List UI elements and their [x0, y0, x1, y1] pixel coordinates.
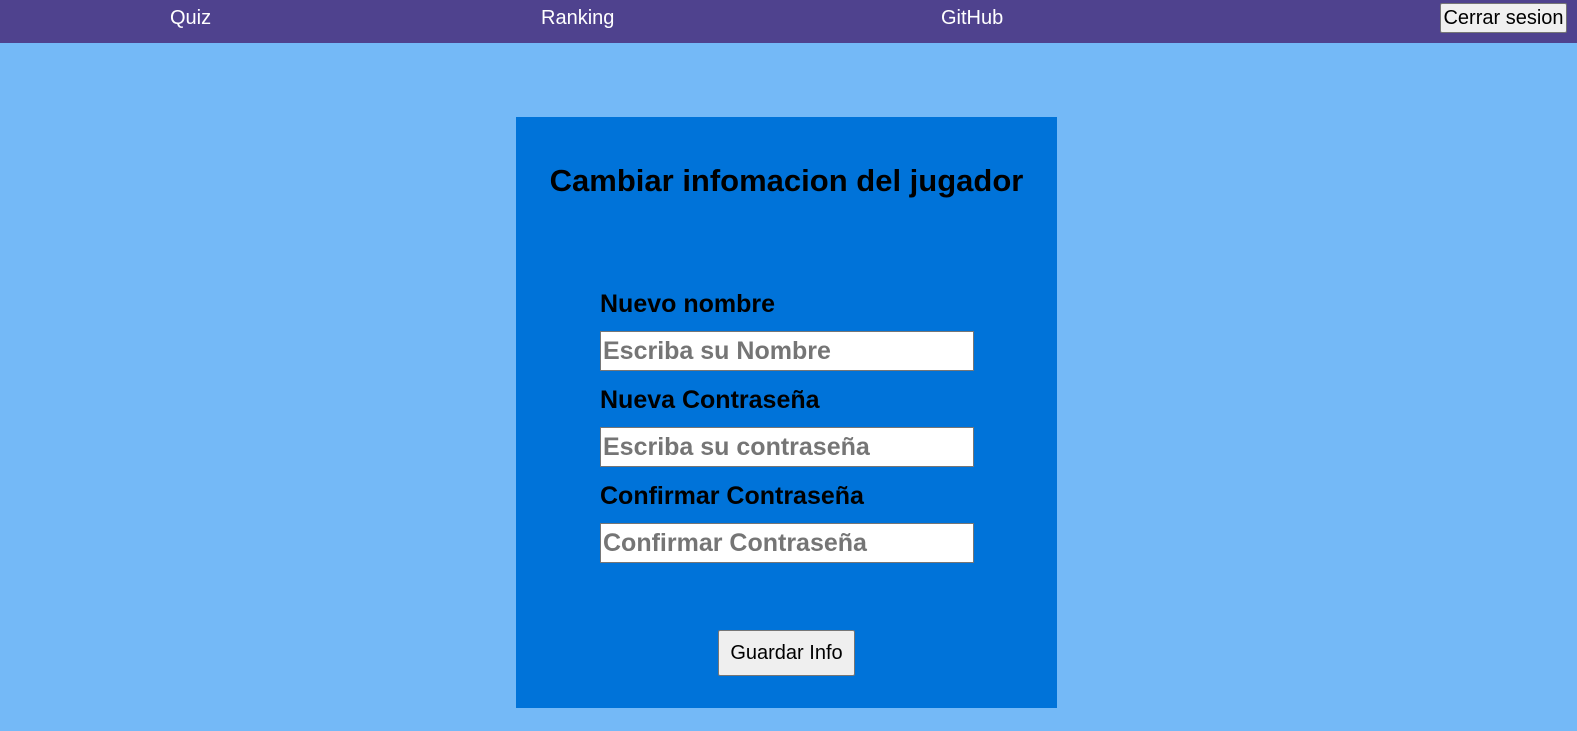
new-password-input[interactable]	[600, 427, 974, 467]
logout-button[interactable]: Cerrar sesion	[1440, 3, 1567, 33]
confirm-password-input[interactable]	[600, 523, 974, 563]
nav-link-github[interactable]: GitHub	[941, 6, 1003, 30]
form-title: Cambiar infomacion del jugador	[549, 163, 1024, 198]
new-name-label: Nuevo nombre	[600, 290, 776, 318]
new-name-input[interactable]	[600, 331, 974, 371]
confirm-password-label: Confirmar Contraseña	[600, 482, 864, 510]
top-navbar: Quiz Ranking GitHub Cerrar sesion	[0, 0, 1577, 43]
new-password-label: Nueva Contraseña	[600, 386, 820, 414]
player-info-form-card: Cambiar infomacion del jugador Nuevo nom…	[516, 117, 1057, 708]
save-info-button[interactable]: Guardar Info	[718, 630, 855, 676]
nav-link-quiz[interactable]: Quiz	[170, 6, 211, 30]
nav-link-ranking[interactable]: Ranking	[541, 6, 614, 30]
